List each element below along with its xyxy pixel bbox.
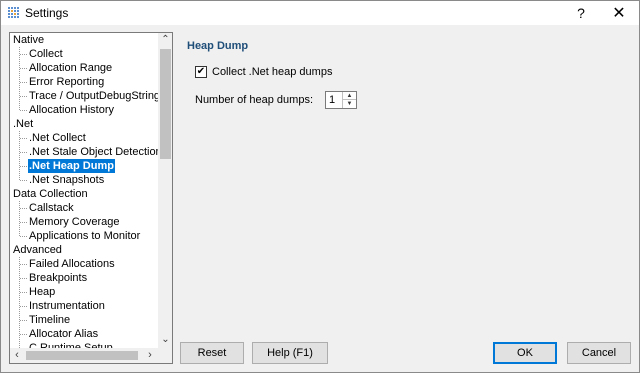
- panel-title: Heap Dump: [187, 40, 249, 52]
- tree-connector: [20, 320, 27, 321]
- check-icon: ✔: [196, 66, 206, 77]
- tree-connector: [20, 96, 27, 97]
- tree-child-item[interactable]: Allocation History: [28, 103, 115, 117]
- tree-child-item[interactable]: .Net Snapshots: [28, 173, 105, 187]
- tree-group-item[interactable]: Advanced: [12, 243, 63, 257]
- close-icon[interactable]: ✕: [599, 1, 639, 25]
- spin-down-icon[interactable]: ▼: [343, 100, 356, 108]
- heap-dumps-count-label: Number of heap dumps:: [195, 94, 314, 106]
- scrollbar-corner: [158, 348, 172, 363]
- help-f1-button[interactable]: Help (F1): [252, 342, 328, 364]
- tree-child-item[interactable]: Applications to Monitor: [28, 229, 141, 243]
- tree-connector: [20, 292, 27, 293]
- title-bar: Settings ? ✕: [1, 1, 639, 25]
- heap-dumps-count-row: Number of heap dumps: 1 ▲ ▼: [195, 91, 358, 109]
- tree-connector: [19, 131, 20, 180]
- tree-group-item[interactable]: Native: [12, 33, 45, 47]
- tree-connector: [20, 152, 27, 153]
- vertical-scrollbar[interactable]: ⌃ ⌄: [158, 33, 172, 348]
- collect-heap-dumps-checkbox[interactable]: ✔: [195, 66, 207, 78]
- settings-tree[interactable]: Native Collect Allocation Range Error Repor…: [9, 32, 173, 364]
- spinner-buttons: ▲ ▼: [342, 92, 357, 108]
- settings-window: Settings ? ✕ Native Collect Allocation Ran…: [0, 0, 640, 373]
- tree-child-item[interactable]: Error Reporting: [28, 75, 105, 89]
- tree-child-item[interactable]: Heap: [28, 285, 56, 299]
- help-icon[interactable]: ?: [561, 1, 601, 25]
- tree-child-item[interactable]: Allocator Alias: [28, 327, 99, 341]
- scroll-up-icon[interactable]: ⌃: [158, 33, 172, 47]
- tree-child-item[interactable]: Callstack: [28, 201, 75, 215]
- tree-connector: [20, 180, 27, 181]
- tree-connector: [20, 334, 27, 335]
- window-title: Settings: [25, 6, 69, 20]
- tree-connector: [20, 208, 27, 209]
- scroll-left-icon[interactable]: ‹: [10, 348, 24, 363]
- tree-connector: [20, 306, 27, 307]
- tree-connector: [20, 54, 27, 55]
- tree-connector: [20, 110, 27, 111]
- tree-child-item[interactable]: .Net Heap Dump: [28, 159, 115, 173]
- tree-connector: [20, 222, 27, 223]
- tree-connector: [20, 264, 27, 265]
- collect-heap-dumps-row[interactable]: ✔ Collect .Net heap dumps: [195, 66, 332, 78]
- tree-child-item[interactable]: .Net Collect: [28, 131, 87, 145]
- tree-child-item[interactable]: Timeline: [28, 313, 71, 327]
- tree-connector: [20, 68, 27, 69]
- tree-connector: [20, 278, 27, 279]
- settings-app-icon: [7, 6, 21, 20]
- tree-child-item[interactable]: Trace / OutputDebugString: [28, 89, 161, 103]
- heap-dumps-value[interactable]: 1: [329, 94, 335, 106]
- tree-child-item[interactable]: Instrumentation: [28, 299, 106, 313]
- tree-child-item[interactable]: Collect: [28, 47, 64, 61]
- tree-connector: [20, 138, 27, 139]
- tree-child-item[interactable]: Allocation Range: [28, 61, 113, 75]
- tree-child-item[interactable]: Breakpoints: [28, 271, 88, 285]
- vertical-scroll-thumb[interactable]: [160, 49, 171, 159]
- tree-connector: [20, 166, 27, 167]
- tree-group-item[interactable]: .Net: [12, 117, 34, 131]
- tree-connector: [19, 201, 20, 236]
- cancel-button[interactable]: Cancel: [567, 342, 631, 364]
- scroll-down-icon[interactable]: ⌄: [158, 333, 172, 347]
- tree-child-item[interactable]: .Net Stale Object Detection: [28, 145, 163, 159]
- tree-connector: [20, 236, 27, 237]
- tree-connector: [19, 47, 20, 110]
- tree-child-item[interactable]: Failed Allocations: [28, 257, 116, 271]
- heap-dumps-spinner[interactable]: 1 ▲ ▼: [325, 91, 358, 109]
- reset-button[interactable]: Reset: [180, 342, 244, 364]
- tree-group-item[interactable]: Data Collection: [12, 187, 89, 201]
- tree-connector: [20, 82, 27, 83]
- tree-connector: [19, 257, 20, 362]
- horizontal-scroll-thumb[interactable]: [26, 351, 138, 360]
- horizontal-scrollbar[interactable]: ‹ ›: [10, 348, 158, 363]
- collect-heap-dumps-label[interactable]: Collect .Net heap dumps: [212, 66, 332, 78]
- ok-button[interactable]: OK: [493, 342, 557, 364]
- spin-up-icon[interactable]: ▲: [343, 92, 357, 100]
- scroll-right-icon[interactable]: ›: [143, 348, 157, 363]
- tree-child-item[interactable]: Memory Coverage: [28, 215, 120, 229]
